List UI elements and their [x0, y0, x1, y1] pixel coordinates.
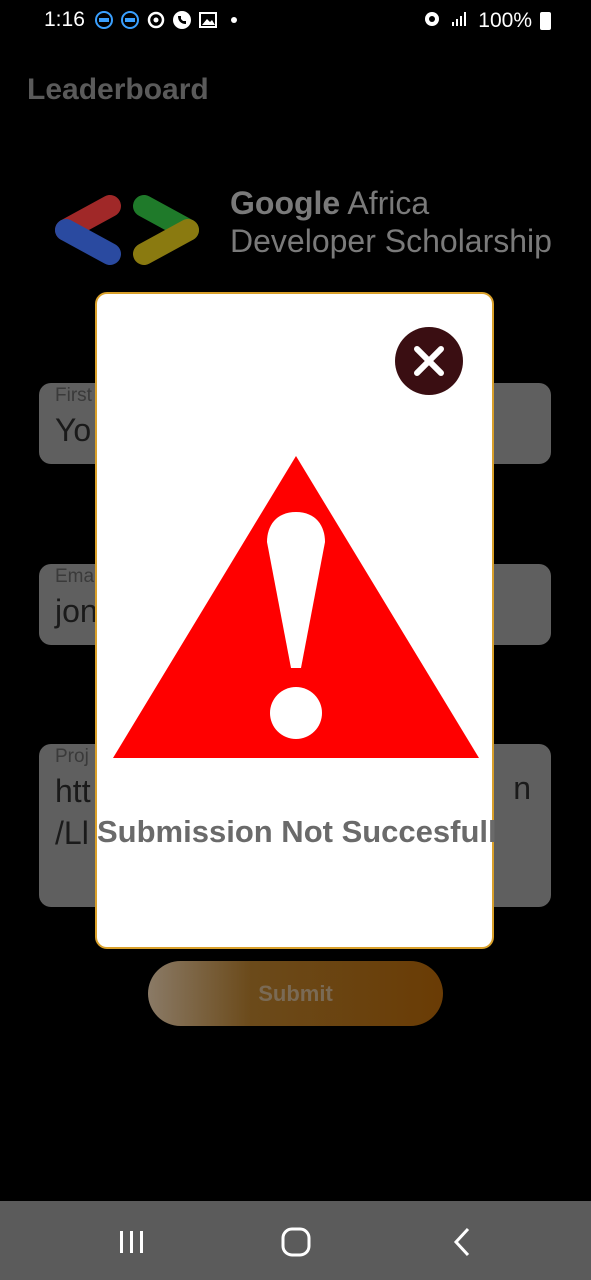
battery-percent: 100%: [478, 9, 532, 32]
signal-icon: [450, 8, 470, 34]
first-name-label: First: [55, 385, 92, 406]
phone-icon: [172, 10, 192, 30]
project-value-line2: /Ll: [55, 815, 89, 851]
email-label: Ema: [55, 566, 95, 587]
close-button[interactable]: [395, 327, 463, 395]
recent-apps-button[interactable]: [112, 1225, 152, 1259]
submit-button[interactable]: Submit: [148, 961, 443, 1026]
home-icon[interactable]: [276, 1225, 316, 1259]
project-value: htt /Ll: [55, 770, 91, 854]
email-icon: [120, 10, 140, 30]
banner-text: Google Africa Developer Scholarship: [230, 184, 552, 260]
recent-apps-icon[interactable]: [112, 1225, 152, 1259]
page-title: Leaderboard: [27, 73, 209, 106]
home-button[interactable]: [276, 1225, 316, 1259]
notification-icons: [94, 10, 244, 30]
email-icon: [94, 10, 114, 30]
close-icon[interactable]: [395, 327, 463, 395]
gads-logo-icon: [55, 195, 199, 265]
gads-banner: Google Africa Developer Scholarship: [52, 185, 552, 280]
project-value-right: n: [513, 770, 531, 806]
banner-africa: Africa: [340, 185, 430, 221]
status-right: 100%: [422, 8, 551, 34]
banner-google: Google: [230, 185, 341, 221]
dot-icon: [224, 10, 244, 30]
system-nav-bar: [0, 1201, 591, 1280]
sync-icon: [146, 10, 166, 30]
project-label: Proj: [55, 746, 89, 767]
status-bar: 1:16 100%: [0, 0, 591, 44]
project-value-line1: htt: [55, 773, 91, 809]
back-button[interactable]: [442, 1225, 482, 1259]
alarm-icon: [422, 8, 442, 34]
warning-icon: [113, 456, 479, 758]
battery-icon: [540, 12, 551, 30]
status-time: 1:16: [44, 8, 85, 31]
first-name-value: Yo: [55, 412, 92, 448]
banner-line2: Developer Scholarship: [230, 223, 552, 259]
email-value: jon: [55, 593, 98, 629]
back-icon[interactable]: [442, 1225, 482, 1259]
error-message: Submission Not Succesfull: [97, 814, 497, 849]
error-dialog: Submission Not Succesfull: [95, 292, 497, 949]
image-icon: [198, 10, 218, 30]
